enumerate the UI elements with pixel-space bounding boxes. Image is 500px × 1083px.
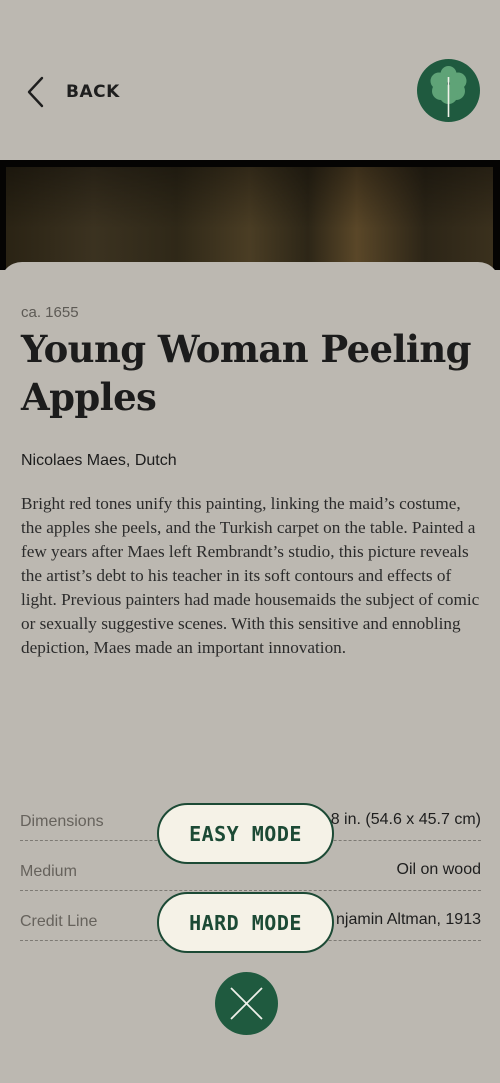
top-bar: BACK <box>0 0 500 160</box>
back-button[interactable]: BACK <box>24 74 120 110</box>
painting-image <box>0 160 500 270</box>
detail-label: Medium <box>20 863 77 880</box>
artwork-date: ca. 1655 <box>21 304 79 321</box>
close-button[interactable] <box>215 972 278 1035</box>
artwork-artist: Nicolaes Maes, Dutch <box>21 452 177 469</box>
artwork-title: Young Woman Peeling Apples <box>21 327 472 419</box>
chevron-left-icon <box>27 76 44 108</box>
painting-canvas <box>6 167 493 270</box>
close-icon <box>230 987 263 1020</box>
tree-icon <box>430 66 467 117</box>
detail-value: 8 in. (54.6 x 45.7 cm) <box>330 811 481 828</box>
logo <box>417 59 480 122</box>
artwork-description: Bright red tones unify this painting, li… <box>21 494 480 657</box>
detail-value: Oil on wood <box>396 861 482 878</box>
detail-value: njamin Altman, 1913 <box>336 911 481 928</box>
easy-mode-button[interactable]: EASY MODE <box>157 803 334 864</box>
hard-mode-button[interactable]: HARD MODE <box>157 892 334 953</box>
detail-label: Credit Line <box>20 913 98 930</box>
detail-label: Dimensions <box>20 813 104 830</box>
back-label: BACK <box>66 82 120 102</box>
